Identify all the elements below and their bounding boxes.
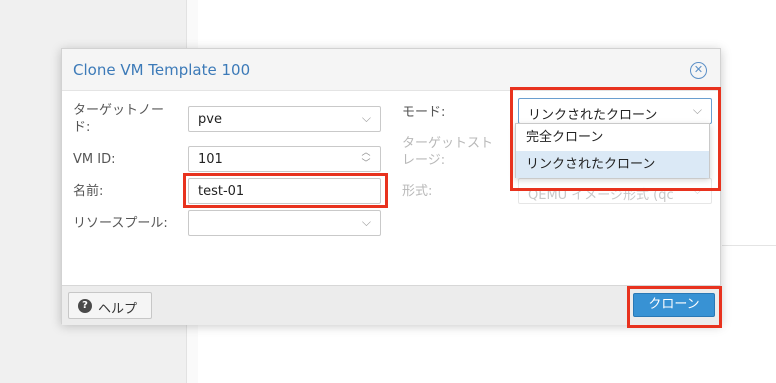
dialog-title: Clone VM Template 100 xyxy=(73,61,251,79)
mode-label: モード: xyxy=(402,105,446,120)
chevron-down-icon: ⌵ xyxy=(361,111,371,125)
dialog-header: Clone VM Template 100 ✕ xyxy=(62,49,720,91)
format-label: 形式: xyxy=(402,184,433,199)
resource-pool-label: リソースプール: xyxy=(73,216,168,231)
target-node-value: pve xyxy=(198,112,222,127)
close-icon[interactable]: ✕ xyxy=(690,62,707,79)
help-button-label: ヘルプ xyxy=(98,302,138,317)
chevron-down-icon: ⌵ xyxy=(361,215,371,229)
target-storage-label: ターゲットスト レージ: xyxy=(402,136,494,168)
background-divider xyxy=(722,245,776,246)
target-node-label: ターゲットノー ド: xyxy=(73,103,165,135)
name-label: 名前: xyxy=(73,184,104,199)
spinner-arrows-icon[interactable]: ︿ ﹀ xyxy=(360,148,372,170)
mode-dropdown-highlight xyxy=(510,87,721,191)
vm-id-value: 101 xyxy=(198,152,223,167)
target-node-select[interactable]: pve ⌵ xyxy=(188,106,381,132)
resource-pool-select[interactable]: ⌵ xyxy=(188,210,381,236)
help-button[interactable]: ? ヘルプ xyxy=(68,292,152,319)
question-circle-icon: ? xyxy=(78,299,92,313)
clone-button-highlight xyxy=(627,286,722,328)
dialog-footer: ? ヘルプ クローン xyxy=(62,285,720,325)
vm-id-label: VM ID: xyxy=(73,152,116,167)
name-field-highlight xyxy=(183,173,388,208)
vm-id-spinner[interactable]: 101 ︿ ﹀ xyxy=(188,146,381,172)
